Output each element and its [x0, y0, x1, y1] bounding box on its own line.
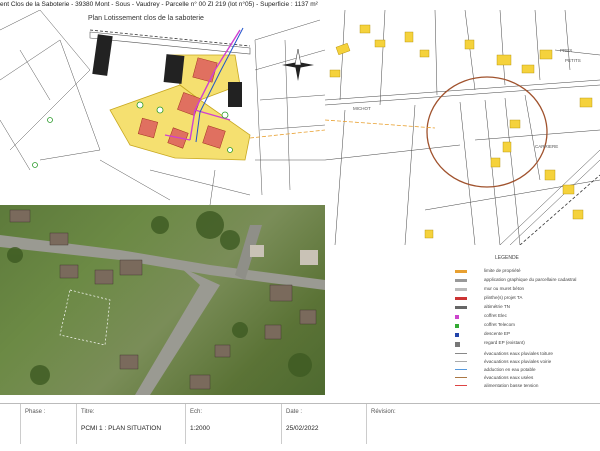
titre-cell: Titre: PCMI 1 : PLAN SITUATION — [76, 404, 185, 444]
legend-item: regard EP (existant) — [455, 340, 595, 347]
north-arrow-icon — [282, 48, 314, 81]
lotissement-plan: Plan Lotissement clos de la saboterie — [0, 9, 326, 206]
location-circle — [426, 76, 548, 188]
parcel-outline — [59, 289, 111, 346]
legend-item: alimentation basse tension — [455, 383, 595, 390]
legend-item: altimétrie TN — [455, 304, 595, 311]
legend-item: évacuations eaux usées — [455, 375, 595, 382]
legend-item: coffret Telecom — [455, 322, 595, 329]
ech-label: Ech: — [190, 409, 203, 415]
legend-item: adduction en eau potable — [455, 367, 595, 374]
header-text: ent Clos de la Saboterie - 39380 Mont - … — [0, 1, 318, 8]
title-block: Phase : Titre: PCMI 1 : PLAN SITUATION E… — [0, 403, 600, 451]
legend-item: évacuations eaux pluviales toiture — [455, 351, 595, 358]
legend-item: application graphique du parcellaire cad… — [455, 277, 595, 284]
ech-cell: Ech: 1:2000 — [185, 404, 281, 444]
label-michot: MICHOT — [353, 106, 371, 111]
cadastral-map-drawing — [324, 9, 600, 246]
label-pres: PRES — [560, 48, 573, 53]
legend-item: descente EP — [455, 331, 595, 338]
date-cell: Date : 25/02/2022 — [281, 404, 366, 444]
legend-item: plinthe(s) projet TA — [455, 295, 595, 302]
label-petits: PETITS — [565, 58, 581, 63]
revision-cell: Révision: — [366, 404, 600, 444]
legend-item: limite de propriété — [455, 268, 595, 275]
revision-label: Révision: — [371, 409, 396, 415]
phase-cell: Phase : — [20, 404, 76, 444]
phase-label: Phase : — [25, 409, 46, 415]
cadastral-map: PETITS PRES MICHOT CARRIERE — [324, 9, 600, 246]
titre-label: Titre: — [81, 409, 95, 415]
aerial-photo — [0, 205, 325, 395]
date-value: 25/02/2022 — [286, 425, 319, 432]
legend-item: coffret Elec — [455, 313, 595, 320]
legend-item: évacuations eaux pluviales voirie — [455, 359, 595, 366]
header-bar: ent Clos de la Saboterie - 39380 Mont - … — [0, 0, 600, 10]
legend-item: mur ou muret béton — [455, 286, 595, 293]
lotissement-plan-drawing — [0, 9, 326, 206]
legend-title: LEGENDE — [495, 255, 519, 261]
ech-value: 1:2000 — [190, 425, 210, 432]
label-carriere: CARRIERE — [535, 144, 559, 149]
aerial-photo-drawing — [0, 209, 325, 395]
date-label: Date : — [286, 409, 303, 415]
legend: LEGENDE limite de propriété application … — [455, 250, 595, 395]
titre-value: PCMI 1 : PLAN SITUATION — [81, 425, 162, 432]
plan-title: Plan Lotissement clos de la saboterie — [88, 15, 204, 22]
